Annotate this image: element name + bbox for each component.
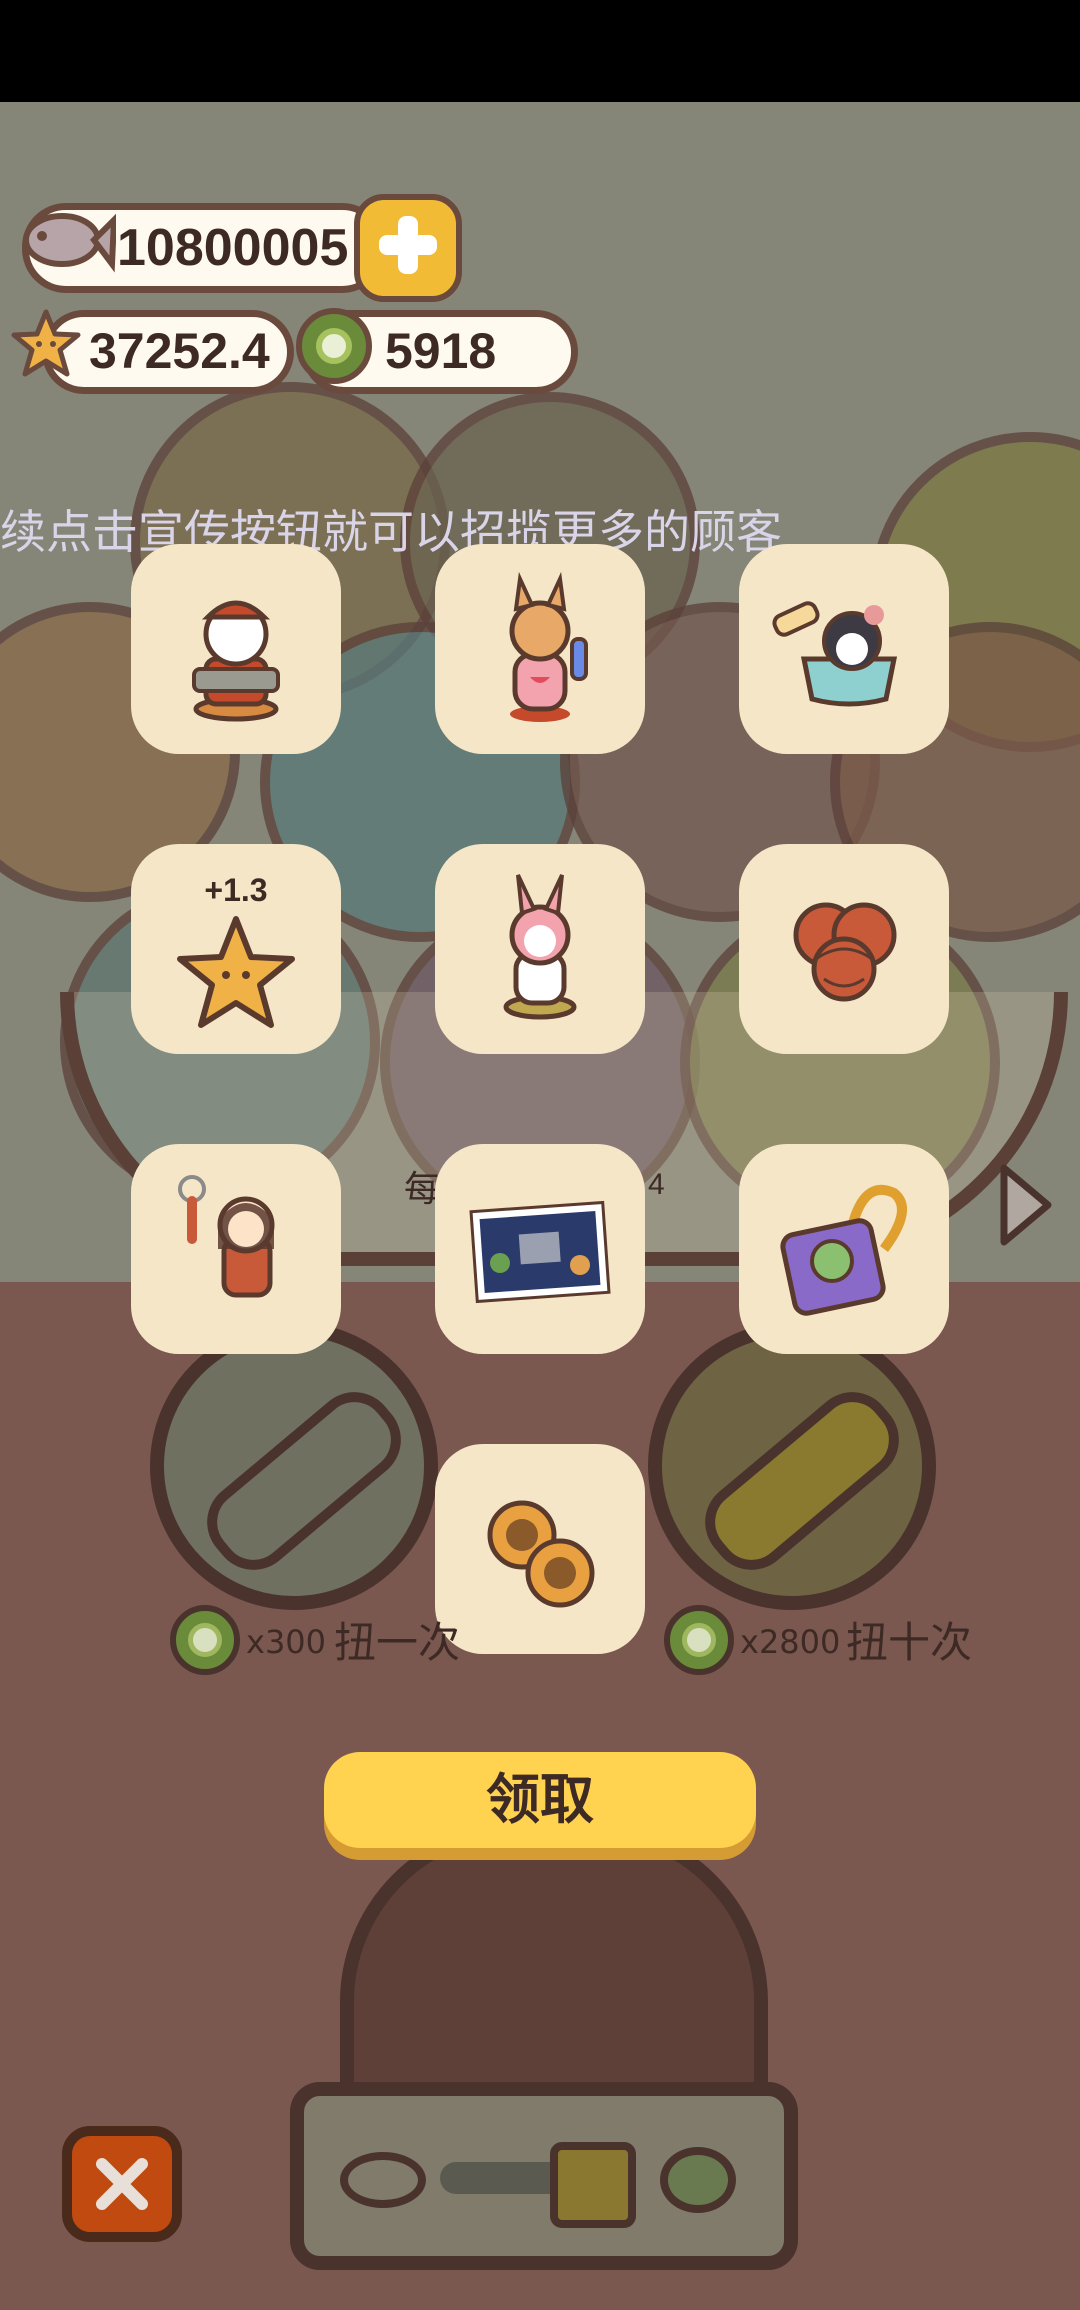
corgi-pink-outfit-figure-icon xyxy=(509,571,588,722)
next-page-arrow-icon[interactable] xyxy=(996,1160,1056,1250)
star-icon xyxy=(11,309,81,377)
partial-text-right: 4 xyxy=(648,1168,665,1201)
add-fish-button[interactable] xyxy=(354,194,462,302)
gacha-coin-icon xyxy=(296,308,372,384)
fish-currency-value: 10800005 xyxy=(117,219,349,277)
spin-ten-button[interactable]: x2800 扭十次 xyxy=(664,1605,984,1675)
scrolling-tip-text: 续点击宣传按钮就可以招揽更多的顾客 xyxy=(0,505,782,559)
reward-tile[interactable] xyxy=(131,544,341,754)
spin-ten-cost: x2800 xyxy=(740,1623,841,1661)
reward-tile[interactable] xyxy=(739,1144,949,1354)
reward-tile[interactable] xyxy=(739,544,949,754)
star-currency-value: 37252.4 xyxy=(89,323,270,379)
reward-tile[interactable] xyxy=(739,844,949,1054)
girl-keychain-icon xyxy=(178,1175,275,1298)
fish-icon xyxy=(23,213,116,273)
sunflower-cookies-icon xyxy=(487,1500,595,1608)
reward-tile[interactable] xyxy=(435,544,645,754)
penguin-bath-figure-icon xyxy=(772,601,898,707)
spin-once-label: 扭一次 xyxy=(334,1618,461,1667)
photo-postcard-icon xyxy=(469,1200,611,1304)
close-button[interactable] xyxy=(62,2126,182,2242)
reward-tile-star-bonus[interactable]: +1.3 xyxy=(131,844,341,1054)
reward-tile[interactable] xyxy=(435,1144,645,1354)
star-bonus-icon xyxy=(177,916,295,1028)
spin-ten-label: 扭十次 xyxy=(846,1618,973,1667)
basket-ball-pile-icon xyxy=(793,902,897,1002)
claim-button[interactable]: 领取 xyxy=(324,1752,756,1848)
bunny-hood-cat-figure-icon xyxy=(503,874,577,1020)
spin-once-button[interactable]: x300 扭一次 xyxy=(170,1605,470,1675)
gacha-coin-icon xyxy=(170,1605,240,1675)
gacha-coin-icon xyxy=(664,1605,734,1675)
reward-tile[interactable] xyxy=(131,1144,341,1354)
reward-tile[interactable] xyxy=(435,844,645,1054)
coin-currency-value: 5918 xyxy=(385,323,497,379)
dog-chef-figure-icon xyxy=(192,600,280,722)
status-bar xyxy=(0,0,1080,102)
close-icon xyxy=(96,2158,148,2210)
spin-once-cost: x300 xyxy=(246,1623,327,1661)
frog-phone-charm-icon xyxy=(780,1184,907,1316)
